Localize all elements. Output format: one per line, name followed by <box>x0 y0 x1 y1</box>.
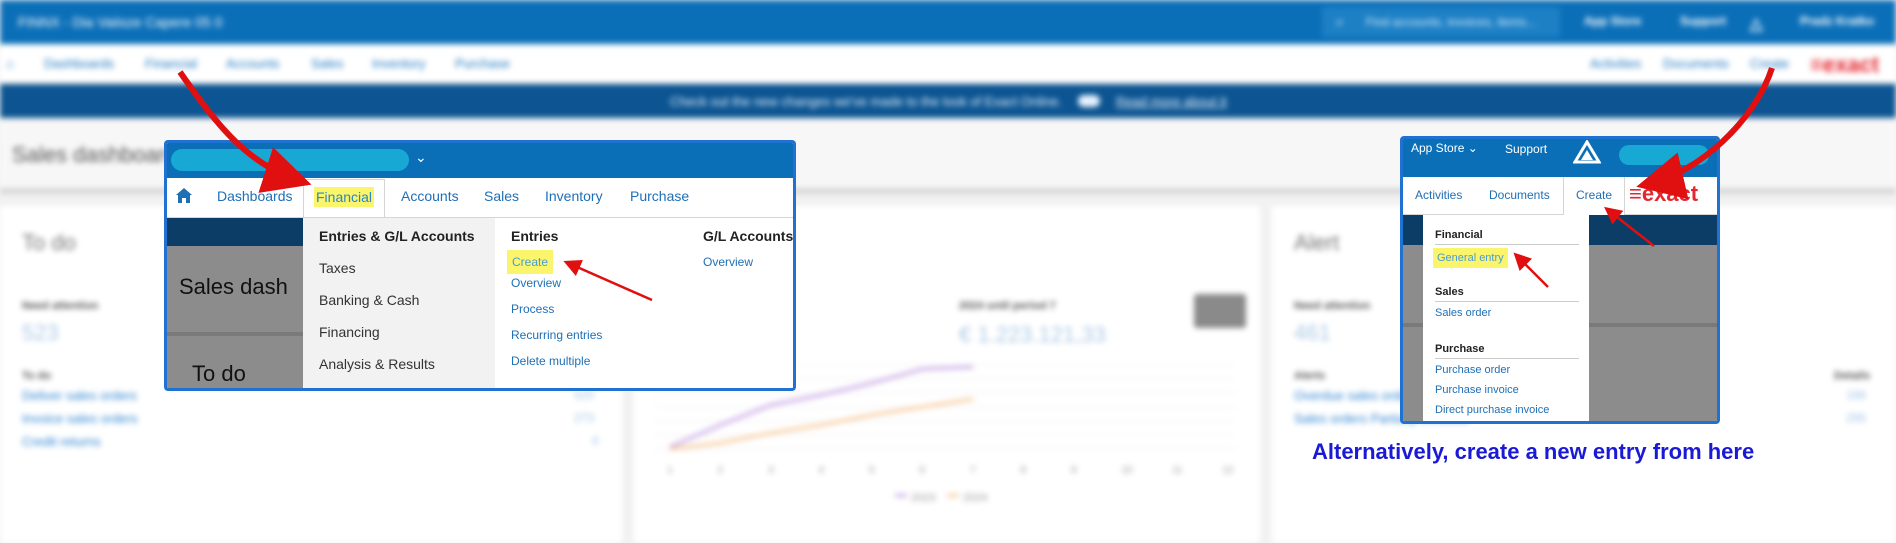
arrow-to-financial <box>177 70 312 193</box>
arrow-to-general-entry <box>1513 252 1549 288</box>
arrow-to-create <box>1636 67 1775 200</box>
annotation-arrows <box>177 67 1775 302</box>
arrow-to-create-tab <box>1604 206 1655 247</box>
arrow-to-entries-create <box>563 260 653 302</box>
screenshot-stage: FINNX - Dia Vaiisze Capere 05 0 ⌕ Find a… <box>0 0 1896 543</box>
